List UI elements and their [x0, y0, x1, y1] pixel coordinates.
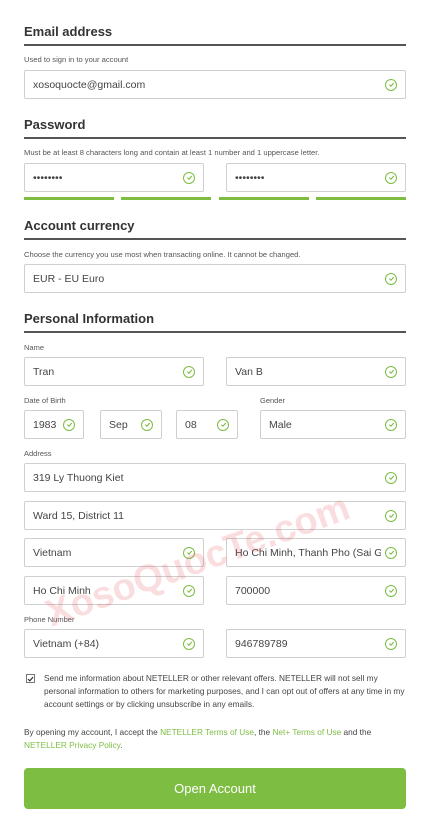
confirm-password-value: •••••••• [235, 171, 265, 184]
password-strength-bar-4 [316, 197, 406, 200]
check-icon [63, 418, 75, 431]
address-label: Address [24, 449, 52, 458]
dob-day-value: 08 [185, 418, 197, 431]
check-icon [141, 418, 153, 431]
privacy-policy-link[interactable]: NETELLER Privacy Policy [24, 740, 120, 750]
check-icon [385, 509, 397, 522]
phone-number-value: 946789789 [235, 637, 288, 650]
terms-mid1: , the [253, 727, 273, 737]
gender-label: Gender [260, 396, 286, 405]
last-name-value: Van B [235, 365, 263, 378]
city-value: Ho Chi Minh, Thanh Pho (Sai Gon) [235, 546, 381, 559]
check-icon [385, 637, 397, 650]
postcode-value: 700000 [235, 584, 271, 597]
dob-label: Date of Birth [24, 396, 66, 405]
check-icon [183, 546, 195, 559]
terms-prefix: By opening my account, I accept the [24, 727, 161, 737]
personal-section-title: Personal Information [24, 311, 155, 326]
dob-year-value: 1983 [33, 418, 57, 431]
confirm-password-field[interactable]: •••••••• [226, 163, 406, 192]
terms-suffix: . [120, 740, 123, 750]
country-value: Vietnam [33, 546, 72, 559]
check-icon [385, 272, 397, 285]
password-value: •••••••• [33, 171, 63, 184]
last-name-field[interactable]: Van B [226, 357, 406, 386]
gender-value: Male [269, 418, 292, 431]
marketing-consent-checkbox[interactable] [26, 674, 35, 683]
address-line2-field[interactable]: Ward 15, District 11 [24, 501, 406, 530]
check-icon [385, 471, 397, 484]
address-line1-field[interactable]: 319 Ly Thuong Kiet [24, 463, 406, 492]
email-section-title: Email address [24, 24, 113, 39]
currency-select[interactable]: EUR - EU Euro [24, 264, 406, 293]
check-icon [385, 171, 397, 184]
password-section-title: Password [24, 117, 86, 132]
terms-mid2: and the [341, 727, 372, 737]
check-icon [385, 584, 397, 597]
check-icon [385, 546, 397, 559]
check-icon [183, 171, 195, 184]
check-icon [385, 78, 397, 91]
checkmark-icon [27, 676, 34, 682]
dob-day-select[interactable]: 08 [176, 410, 238, 439]
first-name-field[interactable]: Tran [24, 357, 204, 386]
state-value: Ho Chi Minh [33, 584, 91, 597]
phone-number-field[interactable]: 946789789 [226, 629, 406, 658]
email-field[interactable]: xosoquocte@gmail.com [24, 70, 406, 99]
dob-month-select[interactable]: Sep [100, 410, 162, 439]
password-strength-bar-1 [24, 197, 114, 200]
check-icon [183, 637, 195, 650]
netplus-terms-link[interactable]: Net+ Terms of Use [272, 727, 341, 737]
name-label: Name [24, 343, 45, 352]
password-hint: Must be at least 8 characters long and c… [24, 148, 320, 157]
email-section-divider [24, 44, 406, 46]
country-select[interactable]: Vietnam [24, 538, 204, 567]
check-icon [385, 365, 397, 378]
password-strength-bar-3 [219, 197, 309, 200]
currency-value: EUR - EU Euro [33, 272, 105, 285]
open-account-button[interactable]: Open Account [24, 768, 406, 809]
currency-section-divider [24, 238, 406, 240]
personal-section-divider [24, 331, 406, 333]
postcode-field[interactable]: 700000 [226, 576, 406, 605]
address-line1-value: 319 Ly Thuong Kiet [33, 471, 124, 484]
password-section-divider [24, 137, 406, 139]
marketing-consent-text: Send me information about NETELLER or ot… [44, 673, 405, 709]
phone-country-select[interactable]: Vietnam (+84) [24, 629, 204, 658]
neteller-terms-link[interactable]: NETELLER Terms of Use [160, 727, 254, 737]
phone-country-value: Vietnam (+84) [33, 637, 100, 650]
first-name-value: Tran [33, 365, 55, 378]
email-hint: Used to sign in to your account [24, 55, 129, 64]
address-line2-value: Ward 15, District 11 [33, 509, 125, 522]
phone-label: Phone Number [24, 615, 75, 624]
check-icon [385, 418, 397, 431]
currency-hint: Choose the currency you use most when tr… [24, 250, 301, 259]
email-value: xosoquocte@gmail.com [33, 78, 146, 91]
check-icon [183, 584, 195, 597]
check-icon [217, 418, 229, 431]
gender-select[interactable]: Male [260, 410, 406, 439]
dob-month-value: Sep [109, 418, 128, 431]
password-field[interactable]: •••••••• [24, 163, 204, 192]
dob-year-select[interactable]: 1983 [24, 410, 84, 439]
terms-text: By opening my account, I accept the NETE… [24, 726, 408, 752]
state-field[interactable]: Ho Chi Minh [24, 576, 204, 605]
city-field[interactable]: Ho Chi Minh, Thanh Pho (Sai Gon) [226, 538, 406, 567]
check-icon [183, 365, 195, 378]
currency-section-title: Account currency [24, 218, 135, 233]
password-strength-bar-2 [121, 197, 211, 200]
